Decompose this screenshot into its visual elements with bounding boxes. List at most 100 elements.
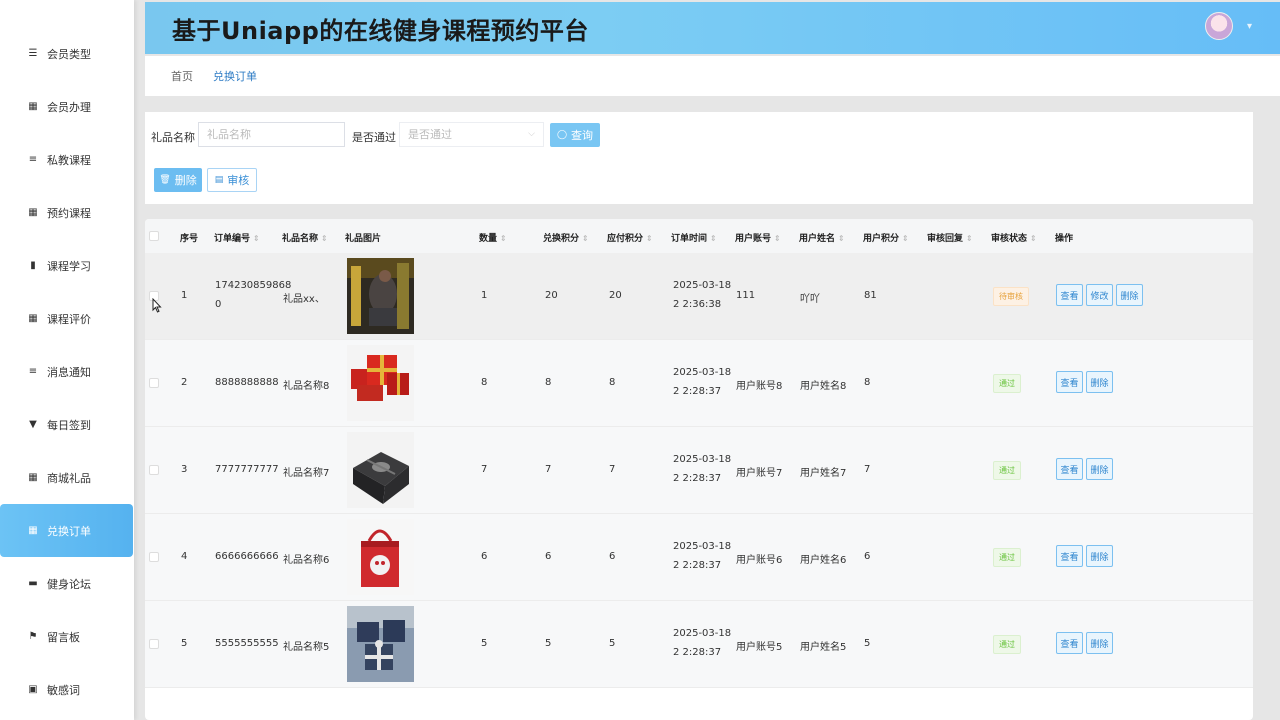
action-button-1[interactable]: 修改 — [1086, 284, 1113, 306]
sidebar-item-2[interactable]: ≡ 私教课程 — [0, 133, 134, 186]
col-order-time[interactable]: 订单时间 ⇕ — [671, 231, 717, 244]
row-checkbox[interactable] — [149, 378, 159, 388]
sort-icon[interactable]: ⇕ — [838, 234, 845, 243]
sort-icon[interactable]: ⇕ — [1030, 234, 1037, 243]
avatar[interactable] — [1205, 12, 1233, 40]
cell-user-account: 用户账号8 — [736, 381, 783, 392]
action-button-0[interactable]: 查看 — [1056, 545, 1083, 567]
table-row[interactable]: 4 6666666666 礼品名称6 6 6 6 2025-03-18 2 2:28:37 用… — [145, 514, 1253, 601]
sort-icon[interactable]: ⇕ — [500, 234, 507, 243]
sidebar-item-5[interactable]: ▦ 课程评价 — [0, 292, 134, 345]
action-button-0[interactable]: 查看 — [1056, 371, 1083, 393]
sidebar-item-0[interactable]: ☰ 会员类型 — [0, 27, 134, 80]
sort-icon[interactable]: ⇕ — [902, 234, 909, 243]
sort-icon[interactable]: ⇕ — [966, 234, 973, 243]
passed-select[interactable]: 是否通过 ⌵ — [399, 122, 544, 147]
col-user-points-label: 用户积分 — [863, 234, 900, 244]
col-user-points[interactable]: 用户积分 ⇕ — [863, 231, 909, 244]
cell-index: 2 — [181, 377, 188, 388]
sidebar-item-11[interactable]: ⚑ 留言板 — [0, 610, 134, 663]
sidebar-item-label: 预约课程 — [47, 206, 91, 220]
gift-image — [347, 345, 414, 421]
cell-quantity: 6 — [481, 551, 488, 562]
grid-icon: ▦ — [28, 525, 38, 536]
sort-icon[interactable]: ⇕ — [774, 234, 781, 243]
status-badge: 通过 — [993, 374, 1021, 393]
review-button[interactable]: ▤ 审核 — [207, 168, 257, 192]
row-checkbox[interactable] — [149, 465, 159, 475]
sidebar-item-4[interactable]: ▮ 课程学习 — [0, 239, 134, 292]
sidebar-item-label: 会员办理 — [47, 100, 91, 114]
sidebar-item-7[interactable]: ▼ 每日签到 — [0, 398, 134, 451]
sidebar-item-1[interactable]: ▦ 会员办理 — [0, 80, 134, 133]
sidebar-item-label: 消息通知 — [47, 365, 91, 379]
search-icon: ◯ — [556, 130, 568, 140]
row-checkbox[interactable] — [149, 552, 159, 562]
gift-image — [347, 432, 414, 508]
col-user-name[interactable]: 用户姓名 ⇕ — [799, 231, 845, 244]
col-quantity[interactable]: 数量 ⇕ — [479, 231, 507, 244]
sort-icon[interactable]: ⇕ — [646, 234, 653, 243]
cell-user-points: 8 — [864, 377, 871, 388]
sidebar-item-3[interactable]: ▦ 预约课程 — [0, 186, 134, 239]
action-button-1[interactable]: 删除 — [1086, 371, 1113, 393]
cell-order-no: 8888888888 — [215, 377, 279, 388]
action-button-2[interactable]: 删除 — [1116, 284, 1143, 306]
ticket-icon: ▬ — [28, 578, 38, 589]
sidebar-item-10[interactable]: ▬ 健身论坛 — [0, 557, 134, 610]
chevron-down-icon[interactable]: ▾ — [1247, 21, 1252, 32]
delete-button[interactable]: 🗑 删除 — [154, 168, 202, 192]
sidebar-item-8[interactable]: ▦ 商城礼品 — [0, 451, 134, 504]
sort-icon[interactable]: ⇕ — [253, 234, 260, 243]
col-review-status[interactable]: 审核状态 ⇕ — [991, 231, 1037, 244]
sort-icon[interactable]: ⇕ — [582, 234, 589, 243]
row-checkbox[interactable] — [149, 639, 159, 649]
sidebar-item-6[interactable]: ≡ 消息通知 — [0, 345, 134, 398]
table-row[interactable]: 3 7777777777 礼品名称7 7 7 7 2025-03-18 2 2:28:37 用… — [145, 427, 1253, 514]
action-button-1[interactable]: 删除 — [1086, 545, 1113, 567]
query-button[interactable]: ◯ 查询 — [550, 123, 600, 147]
gift-name-input[interactable]: 礼品名称 — [198, 122, 345, 147]
col-payable-points[interactable]: 应付积分 ⇕ — [607, 231, 653, 244]
table-row[interactable]: 5 5555555555 礼品名称5 5 5 5 2025-03-18 2 2:28:37 用… — [145, 601, 1253, 688]
sidebar-item-12[interactable]: ▣ 敏感词 — [0, 663, 134, 716]
cell-user-name: 用户姓名8 — [800, 381, 847, 392]
gift-name-label: 礼品名称 — [151, 131, 195, 144]
col-gift-name[interactable]: 礼品名称 ⇕ — [282, 231, 328, 244]
action-button-0[interactable]: 查看 — [1056, 458, 1083, 480]
action-button-1[interactable]: 删除 — [1086, 632, 1113, 654]
col-review-reply[interactable]: 审核回复 ⇕ — [927, 231, 973, 244]
cell-user-points: 5 — [864, 638, 871, 649]
cell-gift-name: 礼品名称7 — [283, 468, 330, 479]
passed-select-placeholder: 是否通过 — [408, 128, 452, 141]
clipboard-icon: ▣ — [28, 684, 38, 695]
cell-user-account: 用户账号7 — [736, 468, 783, 479]
table-row[interactable]: 2 8888888888 礼品名称8 8 8 8 2025-03-18 2 2:28:37 用… — [145, 340, 1253, 427]
col-user-account[interactable]: 用户账号 ⇕ — [735, 231, 781, 244]
flag-icon: ⚑ — [28, 631, 38, 642]
review-button-label: 审核 — [227, 174, 250, 187]
action-button-0[interactable]: 查看 — [1056, 284, 1083, 306]
cell-exchange-points: 7 — [545, 464, 552, 475]
col-index: 序号 — [180, 234, 199, 244]
status-badge: 通过 — [993, 461, 1021, 480]
sidebar-item-label: 留言板 — [47, 630, 80, 644]
sidebar: ☰ 会员类型 ▦ 会员办理 ≡ 私教课程 ▦ 预约课程 ▮ 课程学习 ▦ 课程评价 ≡ 消息通知 ▼ 每日签到… — [0, 0, 134, 720]
action-button-1[interactable]: 删除 — [1086, 458, 1113, 480]
col-gift-image: 礼品图片 — [345, 234, 382, 244]
col-order-no[interactable]: 订单编号 ⇕ — [214, 231, 260, 244]
sort-icon[interactable]: ⇕ — [321, 234, 328, 243]
col-actions: 操作 — [1055, 234, 1074, 244]
cell-quantity: 1 — [481, 290, 488, 301]
cell-index: 4 — [181, 551, 188, 562]
cell-payable-points: 20 — [609, 290, 622, 301]
sort-icon[interactable]: ⇕ — [710, 234, 717, 243]
col-exchange-points[interactable]: 兑换积分 ⇕ — [543, 231, 589, 244]
breadcrumb-home[interactable]: 首页 — [171, 68, 193, 84]
cell-payable-points: 6 — [609, 551, 616, 562]
breadcrumb-current[interactable]: 兑换订单 — [213, 68, 257, 84]
sidebar-item-9[interactable]: ▦ 兑换订单 — [0, 504, 133, 557]
table-row[interactable]: 1 174230859868 0 礼品xx、 1 20 20 2025-03-18 2 2:… — [145, 253, 1253, 340]
select-all-checkbox[interactable] — [149, 231, 159, 241]
action-button-0[interactable]: 查看 — [1056, 632, 1083, 654]
